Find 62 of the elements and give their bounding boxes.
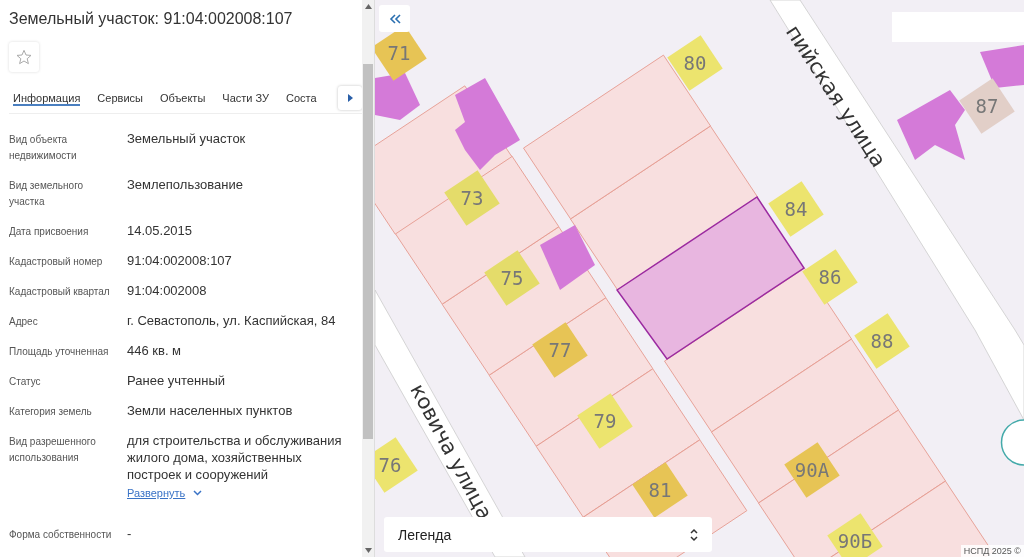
chevron-down-icon [193,490,203,496]
field-label: Форма собственности [9,528,113,542]
scrollbar-thumb[interactable] [363,64,373,439]
house-number-marker[interactable]: 90А [784,442,840,498]
selected-parcel[interactable] [615,195,806,361]
house-number-marker[interactable]: 73 [444,170,500,226]
tab[interactable]: Сервисы [97,86,143,106]
field-value: 446 кв. м [127,342,183,359]
tab[interactable]: Соста [286,86,317,106]
scroll-up-icon [364,4,372,9]
expand-link[interactable]: Развернуть [127,487,203,499]
favorite-button[interactable] [9,42,39,72]
field-value: - [127,525,133,542]
field-value: г. Севастополь, ул. Каспийская, 84 [127,312,337,329]
house-number-marker[interactable]: 86 [802,249,858,305]
compass-icon[interactable] [1000,419,1024,466]
collapse-panel-button[interactable] [379,5,410,32]
house-number-marker[interactable]: 75 [484,250,540,306]
field-label: Дата присвоения [9,225,90,239]
tab[interactable]: Части ЗУ [222,86,269,106]
map-attribution: НСПД 2025 © [960,545,1024,557]
field-label: Статус [9,375,42,389]
house-number-marker[interactable]: 90Б [827,513,883,557]
scroll-down-icon [364,548,372,553]
house-number-marker[interactable]: 84 [768,181,824,237]
star-icon [16,49,32,65]
house-number-marker[interactable]: 79 [577,393,633,449]
field-value: 91:04:002008 [127,282,208,299]
triangle-right-icon [347,94,353,102]
house-number-marker[interactable]: 77 [532,322,588,378]
panel-title: Земельный участок: 91:04:002008:107 [9,10,294,28]
building-footprint[interactable] [897,90,965,160]
house-number-marker[interactable]: 80 [667,35,723,91]
house-number-marker[interactable]: 81 [632,462,688,518]
field-value: 14.05.2015 [127,222,194,239]
field-label: Вид разрешенного использования [9,435,97,465]
field-label: Вид объекта недвижимости [9,133,78,163]
house-number-marker[interactable]: 87 [959,78,1015,134]
double-chevron-left-icon [388,13,401,24]
field-value: Земли населенных пунктов [127,402,294,419]
field-value: Ранее учтенный [127,372,226,389]
building-footprint[interactable] [455,78,520,170]
field-value: Землепользование [127,176,244,193]
field-value: для строительства и обслуживания жилого дома, хозяйственных построек и сооружений [127,432,343,483]
field-label: Вид земельного участка [9,179,85,209]
tab[interactable]: Объекты [159,86,206,106]
field-label: Адрес [9,315,39,329]
house-number-marker[interactable]: 76 [375,437,418,493]
scroll-tabs-button[interactable] [338,86,362,110]
up-down-chevron-icon [690,527,698,542]
field-label: Площадь уточненная [9,345,110,359]
field-value: Земельный участок [127,130,247,147]
legend-dropdown[interactable]: Легенда [384,517,712,552]
scrollbar[interactable] [362,0,374,557]
field-label: Кадастровый квартал [9,285,111,299]
house-number-marker[interactable]: 88 [854,313,910,369]
building-footprint[interactable] [980,45,1024,88]
tab[interactable]: Информация [13,86,81,106]
field-label: Кадастровый номер [9,255,104,269]
building-footprint[interactable] [540,225,595,290]
field-value: 91:04:002008:107 [127,252,233,269]
field-label: Категория земель [9,405,93,419]
